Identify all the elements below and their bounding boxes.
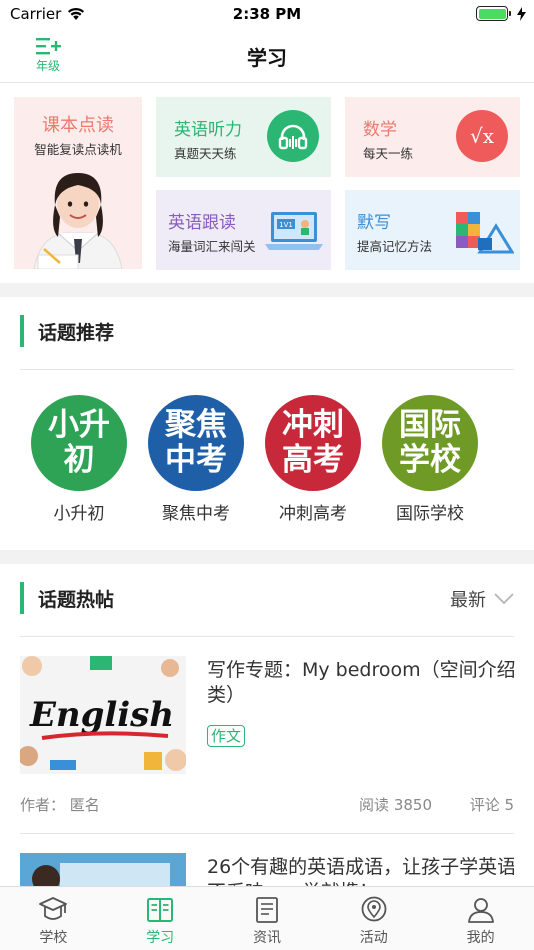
tab-profile[interactable]: 我的 bbox=[427, 887, 534, 950]
person-icon bbox=[466, 895, 496, 925]
topics-section-title: 话题推荐 bbox=[38, 322, 115, 344]
sort-label: 最新 bbox=[450, 590, 486, 611]
math-title: 数学 bbox=[363, 120, 397, 140]
topic-badge-line1: 小升 bbox=[48, 407, 110, 443]
tab-news[interactable]: 资讯 bbox=[214, 887, 321, 950]
section-accent-bar bbox=[20, 315, 24, 347]
carrier-group: Carrier bbox=[10, 5, 85, 23]
page-title: 学习 bbox=[247, 46, 287, 70]
chevron-down-icon bbox=[494, 593, 514, 605]
charging-bolt-icon bbox=[517, 6, 526, 21]
tab-school-label: 学校 bbox=[39, 930, 68, 946]
topic-badge-line1: 国际 bbox=[399, 407, 461, 443]
headphones-icon bbox=[267, 110, 319, 162]
section-divider bbox=[0, 283, 534, 297]
topic-name: 国际学校 bbox=[396, 504, 464, 524]
location-pin-icon bbox=[359, 895, 389, 925]
document-icon bbox=[252, 895, 282, 925]
topic-badge: 国际 学校 bbox=[382, 395, 478, 491]
topic-zhongkao[interactable]: 聚焦 中考 聚焦中考 bbox=[141, 395, 251, 524]
topic-name: 聚焦中考 bbox=[162, 504, 230, 524]
nav-bar: 年级 学习 bbox=[0, 28, 534, 83]
english-follow-reading-card[interactable]: 英语跟读 海量词汇来闯关 1V1 bbox=[156, 190, 331, 270]
sort-dropdown[interactable]: 最新 bbox=[450, 586, 514, 612]
topics-section-header: 话题推荐 bbox=[20, 297, 514, 370]
tab-study-label: 学习 bbox=[146, 930, 175, 946]
topic-badge: 冲刺 高考 bbox=[265, 395, 361, 491]
tab-profile-label: 我的 bbox=[466, 930, 495, 946]
textbook-reading-subtitle: 智能复读点读机 bbox=[34, 142, 122, 157]
hot-posts-section-header: 话题热帖 最新 bbox=[20, 564, 514, 637]
english-listening-title: 英语听力 bbox=[174, 120, 242, 140]
hot-posts-section-title: 话题热帖 bbox=[38, 589, 115, 611]
english-listening-card[interactable]: 英语听力 真题天天练 bbox=[156, 97, 331, 177]
wifi-icon bbox=[68, 7, 85, 20]
textbook-reading-title: 课本点读 bbox=[42, 115, 114, 136]
graduation-cap-icon bbox=[38, 895, 68, 925]
topic-badge-line2: 高考 bbox=[282, 442, 344, 478]
topic-badge: 聚焦 中考 bbox=[148, 395, 244, 491]
open-book-icon bbox=[145, 895, 175, 925]
post-author: 作者： 匿名 bbox=[20, 796, 100, 814]
math-subtitle: 每天一练 bbox=[363, 146, 414, 161]
topic-badge-line1: 聚焦 bbox=[165, 407, 227, 443]
laptop-1v1-text: 1V1 bbox=[279, 221, 293, 229]
tab-bar: 学校 学习 资讯 活动 我的 bbox=[0, 886, 534, 950]
tab-school[interactable]: 学校 bbox=[0, 887, 107, 950]
english-follow-reading-title: 英语跟读 bbox=[168, 213, 236, 233]
post-item[interactable]: English 写作专题：My bedroom（空间介绍类） 作文 作者： 匿名… bbox=[20, 656, 516, 834]
post-title: 写作专题：My bedroom（空间介绍类） bbox=[207, 659, 516, 706]
status-bar: Carrier 2:38 PM bbox=[0, 0, 534, 28]
post-comment-count: 评论 5 bbox=[469, 796, 514, 814]
section-divider bbox=[0, 550, 534, 564]
topic-gaokao[interactable]: 冲刺 高考 冲刺高考 bbox=[258, 395, 368, 524]
math-card[interactable]: 数学 每天一练 √x bbox=[345, 97, 520, 177]
dictation-card[interactable]: 默写 提高记忆方法 bbox=[345, 190, 520, 270]
tab-study[interactable]: 学习 bbox=[107, 887, 214, 950]
topic-badge-line2: 初 bbox=[63, 442, 95, 478]
post-item[interactable]: 26个有趣的英语成语，让孩子学英语不乏味，一举就携！ bbox=[20, 853, 514, 886]
post-thumbnail-text: English bbox=[29, 695, 174, 735]
dictation-title: 默写 bbox=[357, 213, 391, 233]
post-thumbnail: English bbox=[20, 656, 186, 774]
english-listening-subtitle: 真题天天练 bbox=[174, 146, 237, 161]
laptop-1v1-icon: 1V1 bbox=[265, 212, 323, 250]
post-title: 26个有趣的英语成语，让孩子学英语不乏味，一举就携！ bbox=[207, 856, 514, 886]
square-root-icon: √x bbox=[456, 110, 508, 162]
tab-activity[interactable]: 活动 bbox=[320, 887, 427, 950]
topic-name: 小升初 bbox=[53, 504, 105, 524]
post-thumbnail bbox=[20, 853, 186, 886]
student-illustration bbox=[33, 173, 123, 269]
textbook-reading-card[interactable]: 课本点读 智能复读点读机 bbox=[14, 97, 142, 269]
topic-badge-line1: 冲刺 bbox=[282, 407, 344, 443]
battery-icon bbox=[476, 6, 511, 21]
tab-activity-label: 活动 bbox=[359, 930, 388, 946]
topic-badge: 小升 初 bbox=[31, 395, 127, 491]
english-follow-reading-subtitle: 海量词汇来闯关 bbox=[168, 239, 256, 254]
battery-group bbox=[476, 6, 526, 21]
post-tag[interactable]: 作文 bbox=[207, 725, 246, 747]
carrier-label: Carrier bbox=[10, 5, 62, 23]
square-root-icon-text: √x bbox=[469, 124, 495, 148]
post-read-count: 阅读 3850 bbox=[359, 796, 432, 814]
topic-xiaoshengchu[interactable]: 小升 初 小升初 bbox=[24, 395, 134, 524]
learning-page: Carrier 2:38 PM 年级 学习 课本点读 智能复读点读机 英语听力 … bbox=[0, 0, 534, 950]
topic-badge-line2: 中考 bbox=[165, 442, 227, 478]
topic-international-school[interactable]: 国际 学校 国际学校 bbox=[375, 395, 485, 524]
topic-list: 小升 初 小升初 聚焦 中考 聚焦中考 冲刺 高考 冲刺高考 国际 学校 国际学… bbox=[0, 385, 534, 535]
topic-name: 冲刺高考 bbox=[279, 504, 347, 524]
feature-grid: 课本点读 智能复读点读机 英语听力 真题天天练 数学 每天一练 √x 英语跟读 … bbox=[0, 83, 534, 283]
dictation-subtitle: 提高记忆方法 bbox=[357, 239, 433, 254]
topic-badge-line2: 学校 bbox=[399, 442, 461, 478]
number-blocks-icon bbox=[456, 212, 514, 254]
tab-news-label: 资讯 bbox=[252, 930, 281, 946]
section-accent-bar bbox=[20, 582, 24, 614]
